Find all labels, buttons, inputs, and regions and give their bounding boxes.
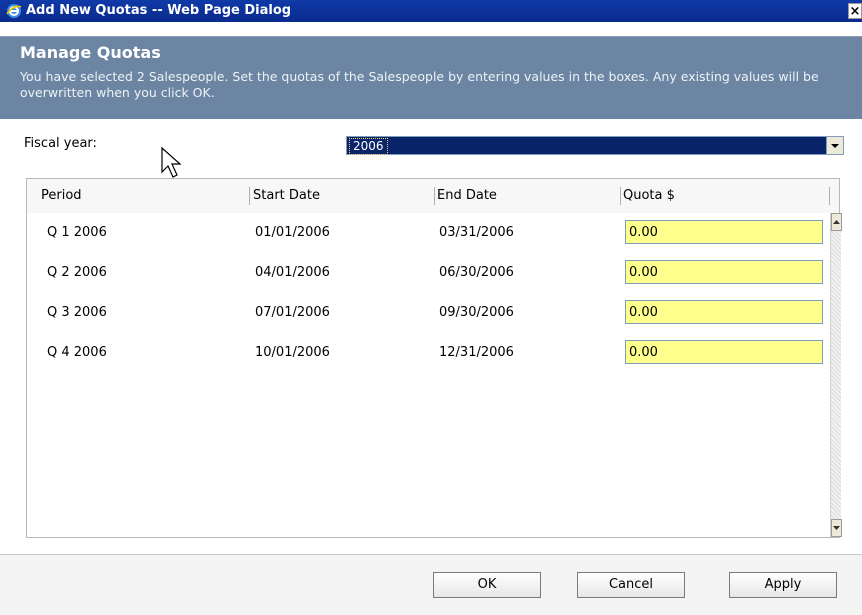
end-date-cell: 03/31/2006: [439, 225, 514, 240]
column-header-period: Period: [41, 188, 82, 203]
dialog-description: You have selected 2 Salespeople. Set the…: [20, 69, 819, 100]
column-header-quota: Quota $: [623, 188, 675, 203]
table-row: Q 3 2006 07/01/2006 09/30/2006: [27, 293, 827, 333]
quota-input[interactable]: [625, 340, 823, 364]
scroll-up-arrow-icon: [833, 220, 840, 224]
column-divider[interactable]: [829, 187, 830, 205]
column-divider[interactable]: [434, 187, 435, 205]
quota-input[interactable]: [625, 300, 823, 324]
start-date-cell: 07/01/2006: [255, 305, 330, 320]
start-date-cell: 10/01/2006: [255, 345, 330, 360]
quota-input[interactable]: [625, 260, 823, 284]
period-cell: Q 4 2006: [47, 345, 107, 360]
quota-input[interactable]: [625, 220, 823, 244]
scroll-up-button[interactable]: [831, 213, 842, 231]
mouse-cursor-icon: [161, 146, 182, 178]
apply-button[interactable]: Apply: [729, 572, 837, 598]
column-header-end-date: End Date: [437, 188, 497, 203]
cancel-button[interactable]: Cancel: [577, 572, 685, 598]
vertical-scrollbar[interactable]: [830, 213, 842, 537]
end-date-cell: 09/30/2006: [439, 305, 514, 320]
scroll-down-arrow-icon: [833, 526, 840, 530]
ok-button[interactable]: OK: [433, 572, 541, 598]
dialog-header: Manage Quotas You have selected 2 Salesp…: [0, 36, 862, 119]
table-row: Q 4 2006 10/01/2006 12/31/2006: [27, 333, 827, 373]
period-cell: Q 3 2006: [47, 305, 107, 320]
period-cell: Q 1 2006: [47, 225, 107, 240]
table-row: Q 2 2006 04/01/2006 06/30/2006: [27, 253, 827, 293]
column-header-start-date: Start Date: [253, 188, 320, 203]
window-titlebar: Add New Quotas -- Web Page Dialog ×: [0, 0, 862, 22]
internet-explorer-icon: [6, 4, 22, 18]
grid-header: Period Start Date End Date Quota $: [27, 179, 839, 213]
start-date-cell: 01/01/2006: [255, 225, 330, 240]
close-button[interactable]: ×: [848, 3, 862, 19]
column-divider[interactable]: [620, 187, 621, 205]
window-title: Add New Quotas -- Web Page Dialog: [26, 3, 292, 18]
end-date-cell: 12/31/2006: [439, 345, 514, 360]
fiscal-year-select[interactable]: 2006: [346, 136, 844, 155]
table-row: Q 1 2006 01/01/2006 03/31/2006: [27, 213, 827, 253]
column-divider[interactable]: [249, 187, 250, 205]
start-date-cell: 04/01/2006: [255, 265, 330, 280]
scroll-down-button[interactable]: [831, 519, 842, 537]
fiscal-year-selected-value: 2006: [349, 138, 388, 155]
dropdown-arrow-icon[interactable]: [826, 137, 843, 154]
quota-grid: Period Start Date End Date Quota $ Q 1 2…: [26, 178, 842, 538]
period-cell: Q 2 2006: [47, 265, 107, 280]
dialog-title: Manage Quotas: [20, 43, 161, 62]
end-date-cell: 06/30/2006: [439, 265, 514, 280]
fiscal-year-label: Fiscal year:: [24, 136, 97, 151]
